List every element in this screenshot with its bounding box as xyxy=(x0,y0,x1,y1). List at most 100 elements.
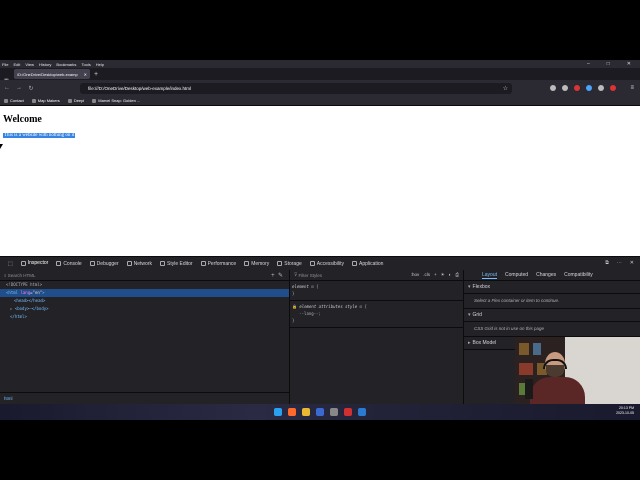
dark-theme-icon[interactable]: ◐ xyxy=(449,272,452,278)
rule-element-attributes[interactable]: 🔒 element attributes style ⊡ { --lang--;… xyxy=(290,301,463,328)
rule-element[interactable]: element ⊡ { } xyxy=(290,281,463,301)
grid-section-header[interactable]: ▾ Grid xyxy=(464,309,640,322)
url-bar[interactable]: file:///D:/OneDrive/Desktop/web-example/… xyxy=(80,83,512,94)
extension-red2-icon[interactable] xyxy=(610,85,616,91)
bookmark-star-icon[interactable]: ☆ xyxy=(503,85,508,92)
webcam-overlay xyxy=(515,337,640,406)
flexbox-section-header[interactable]: ▾ Flexbox xyxy=(464,281,640,294)
markup-node-body[interactable]: ▸ <body>⋯</body> xyxy=(0,305,289,313)
app-icon[interactable] xyxy=(330,408,338,416)
filter-tools: :hov .cls + ☀ ◐ ⎙ xyxy=(411,272,459,278)
expand-arrow-icon: ▾ xyxy=(468,284,471,290)
bookmarks-bar: Contact Map Makers Deepl Marvel Snap: Go… xyxy=(0,96,640,106)
add-node-icon[interactable]: + ✎ xyxy=(271,272,283,279)
console-icon xyxy=(56,261,62,266)
tab-network[interactable]: Network xyxy=(126,257,152,271)
browser-tab[interactable]: /D:/OneDrive/Desktop/web-examp ✕ xyxy=(14,69,90,79)
markup-pane: ⌕ Search HTML + ✎ <!DOCTYPE html> <html … xyxy=(0,270,290,404)
tab-inspector[interactable]: Inspector xyxy=(20,257,49,271)
tab-debugger[interactable]: Debugger xyxy=(89,257,119,271)
search-html-input[interactable]: ⌕ Search HTML + ✎ xyxy=(0,270,289,281)
bookmark-icon xyxy=(31,98,36,103)
menu-bar: File Edit View History Bookmarks Tools H… xyxy=(0,60,640,68)
file-explorer-icon[interactable] xyxy=(302,408,310,416)
account-icon[interactable] xyxy=(550,85,556,91)
markup-node-html-close[interactable]: </html> xyxy=(0,313,289,321)
tab-compatibility[interactable]: Compatibility xyxy=(564,272,593,278)
system-clock[interactable]: 20:13 PM 2023-10-05 xyxy=(616,406,634,416)
markup-node-html-selected[interactable]: <html lang="en"> xyxy=(0,289,289,297)
close-devtools-icon[interactable]: ✕ xyxy=(630,260,634,266)
tab-memory[interactable]: Memory xyxy=(244,257,269,271)
menu-file[interactable]: File xyxy=(2,62,8,67)
tab-accessibility[interactable]: Accessibility xyxy=(309,257,344,271)
desktop-screen: File Edit View History Bookmarks Tools H… xyxy=(0,60,640,420)
tab-changes[interactable]: Changes xyxy=(536,272,556,278)
maximize-icon[interactable]: □ xyxy=(607,61,610,67)
mail-icon[interactable] xyxy=(598,85,604,91)
collapse-arrow-icon: ▸ xyxy=(468,340,471,346)
light-theme-icon[interactable]: ☀ xyxy=(441,272,445,278)
markup-node-head[interactable]: <head></head> xyxy=(0,297,289,305)
vscode-icon[interactable] xyxy=(358,408,366,416)
tab-style-editor[interactable]: Style Editor xyxy=(159,257,193,271)
bookmark-item[interactable]: Marvel Snap: Golden ... xyxy=(92,98,140,103)
tab-title: /D:/OneDrive/Desktop/web-examp xyxy=(17,71,78,77)
tab-layout[interactable]: Layout xyxy=(482,272,498,279)
new-tab-icon[interactable]: + xyxy=(94,71,98,78)
mouse-cursor-icon xyxy=(0,144,3,149)
menu-view[interactable]: View xyxy=(25,62,34,67)
markup-tree: <!DOCTYPE html> <html lang="en"> <head><… xyxy=(0,281,289,321)
downloads-icon[interactable] xyxy=(562,85,568,91)
tab-storage[interactable]: Storage xyxy=(277,257,302,271)
forward-icon[interactable]: → xyxy=(14,85,24,91)
extension-blue-icon[interactable] xyxy=(586,85,592,91)
dock-icon[interactable]: ⧉ xyxy=(605,260,609,266)
hamburger-menu-icon[interactable]: ≡ xyxy=(630,85,634,91)
url-text: file:///D:/OneDrive/Desktop/web-example/… xyxy=(88,86,192,91)
menu-help[interactable]: Help xyxy=(96,62,104,67)
add-rule-button[interactable]: + xyxy=(434,272,437,278)
tab-console[interactable]: Console xyxy=(56,257,82,271)
windows-start-icon[interactable] xyxy=(274,408,282,416)
minimize-icon[interactable]: – xyxy=(587,61,590,67)
bookmark-icon xyxy=(67,98,72,103)
pick-element-icon[interactable]: ⬚ xyxy=(8,257,13,271)
reload-icon[interactable]: ↻ xyxy=(26,85,36,92)
app-red-icon[interactable] xyxy=(344,408,352,416)
menu-history[interactable]: History xyxy=(39,62,51,67)
extension-red-icon[interactable] xyxy=(574,85,580,91)
tab-application[interactable]: Application xyxy=(352,257,383,271)
bookmark-icon xyxy=(92,98,97,103)
tab-computed[interactable]: Computed xyxy=(505,272,528,278)
breadcrumb[interactable]: html xyxy=(0,392,290,404)
page-paragraph-selected[interactable]: This is a website with nothing on it xyxy=(3,133,76,138)
outlook-icon[interactable] xyxy=(316,408,324,416)
print-icon[interactable]: ⎙ xyxy=(455,272,459,278)
memory-icon xyxy=(244,261,250,266)
rules-pane: ⊽ Filter Styles :hov .cls + ☀ ◐ ⎙ elemen… xyxy=(290,270,464,404)
style-editor-icon xyxy=(159,261,165,266)
markup-node-doctype[interactable]: <!DOCTYPE html> xyxy=(0,281,289,289)
debugger-icon xyxy=(89,261,95,266)
bookmark-item[interactable]: Contact xyxy=(4,98,24,103)
hov-button[interactable]: :hov xyxy=(411,272,420,278)
close-tab-icon[interactable]: ✕ xyxy=(84,72,87,77)
application-icon xyxy=(352,261,357,266)
tab-performance[interactable]: Performance xyxy=(200,257,236,271)
devtools-options: ⧉ ⋯ ✕ xyxy=(605,260,634,266)
back-icon[interactable]: ← xyxy=(2,85,12,91)
bookmark-item[interactable]: Deepl xyxy=(67,98,84,103)
menu-bookmarks[interactable]: Bookmarks xyxy=(56,62,76,67)
close-window-icon[interactable]: ✕ xyxy=(627,61,631,67)
firefox-icon[interactable] xyxy=(288,408,296,416)
bookmark-item[interactable]: Map Makers xyxy=(31,98,60,103)
cls-button[interactable]: .cls xyxy=(423,272,430,278)
menu-edit[interactable]: Edit xyxy=(13,62,20,67)
search-placeholder: Search HTML xyxy=(7,272,36,278)
performance-icon xyxy=(200,261,206,266)
filter-styles-input[interactable]: ⊽ Filter Styles :hov .cls + ☀ ◐ ⎙ xyxy=(290,270,463,281)
menu-tools[interactable]: Tools xyxy=(81,62,90,67)
more-options-icon[interactable]: ⋯ xyxy=(617,260,622,266)
toolbar-extensions xyxy=(550,85,616,91)
